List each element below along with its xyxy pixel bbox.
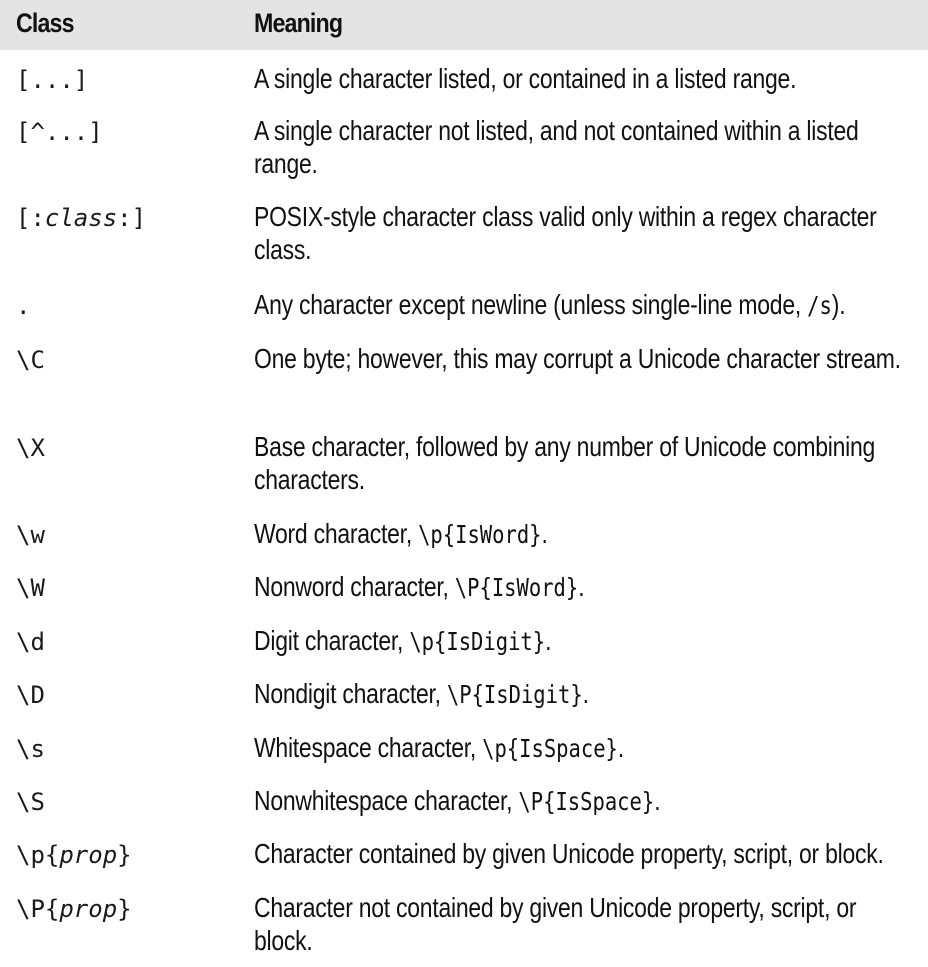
class-cell: [^...]: [16, 118, 103, 146]
class-cell: \s: [16, 735, 45, 763]
class-placeholder: prop: [59, 895, 118, 923]
meaning-cell: Any character except newline (unless sin…: [254, 289, 846, 320]
class-cell: \p{prop}: [16, 841, 132, 869]
meaning-cell: Character contained by given Unicode pro…: [254, 838, 884, 869]
meaning-cell: Digit character, \p{IsDigit}.: [254, 625, 552, 656]
class-cell: [:class:]: [16, 204, 147, 232]
meaning-cell: Word character, \p{IsWord}.: [254, 518, 548, 549]
class-placeholder: class: [44, 204, 118, 232]
meaning-cell: A single character not listed, and not c…: [254, 115, 859, 179]
meaning-cell: POSIX-style character class valid only w…: [254, 201, 877, 265]
table-header: Class Meaning: [0, 0, 928, 50]
meaning-cell: A single character listed, or contained …: [254, 63, 797, 94]
class-cell: [...]: [16, 66, 89, 94]
class-placeholder: prop: [59, 841, 118, 869]
class-cell: \C: [16, 346, 45, 374]
meaning-cell: Whitespace character, \p{IsSpace}.: [254, 732, 625, 763]
column-header-meaning: Meaning: [254, 8, 343, 38]
class-cell: \d: [16, 628, 45, 656]
inline-code: \p{IsDigit}: [409, 627, 546, 656]
meaning-cell: One byte; however, this may corrupt a Un…: [254, 343, 901, 374]
meaning-cell: Nonwhitespace character, \P{IsSpace}.: [254, 785, 661, 816]
class-cell: \D: [16, 681, 45, 709]
meaning-cell: Base character, followed by any number o…: [254, 431, 876, 495]
class-cell: \P{prop}: [16, 895, 132, 923]
inline-code: \p{IsWord}: [418, 520, 542, 549]
class-cell: .: [16, 292, 31, 320]
inline-code: /s: [807, 291, 832, 320]
regex-character-class-table: Class Meaning [...] A single character li…: [0, 0, 928, 956]
inline-code: \P{IsDigit}: [446, 680, 583, 709]
inline-code: \p{IsSpace}: [482, 734, 618, 763]
inline-code: \P{IsSpace}: [518, 787, 655, 816]
meaning-cell: Character not contained by given Unicode…: [254, 892, 857, 956]
meaning-cell: Nondigit character, \P{IsDigit}.: [254, 678, 589, 709]
class-cell: \X: [16, 434, 45, 462]
meaning-cell: Nonword character, \P{IsWord}.: [254, 571, 585, 602]
inline-code: \P{IsWord}: [454, 573, 579, 602]
class-cell: \w: [16, 521, 45, 549]
class-cell: \W: [16, 574, 45, 602]
column-header-class: Class: [16, 8, 75, 38]
class-cell: \S: [16, 788, 45, 816]
